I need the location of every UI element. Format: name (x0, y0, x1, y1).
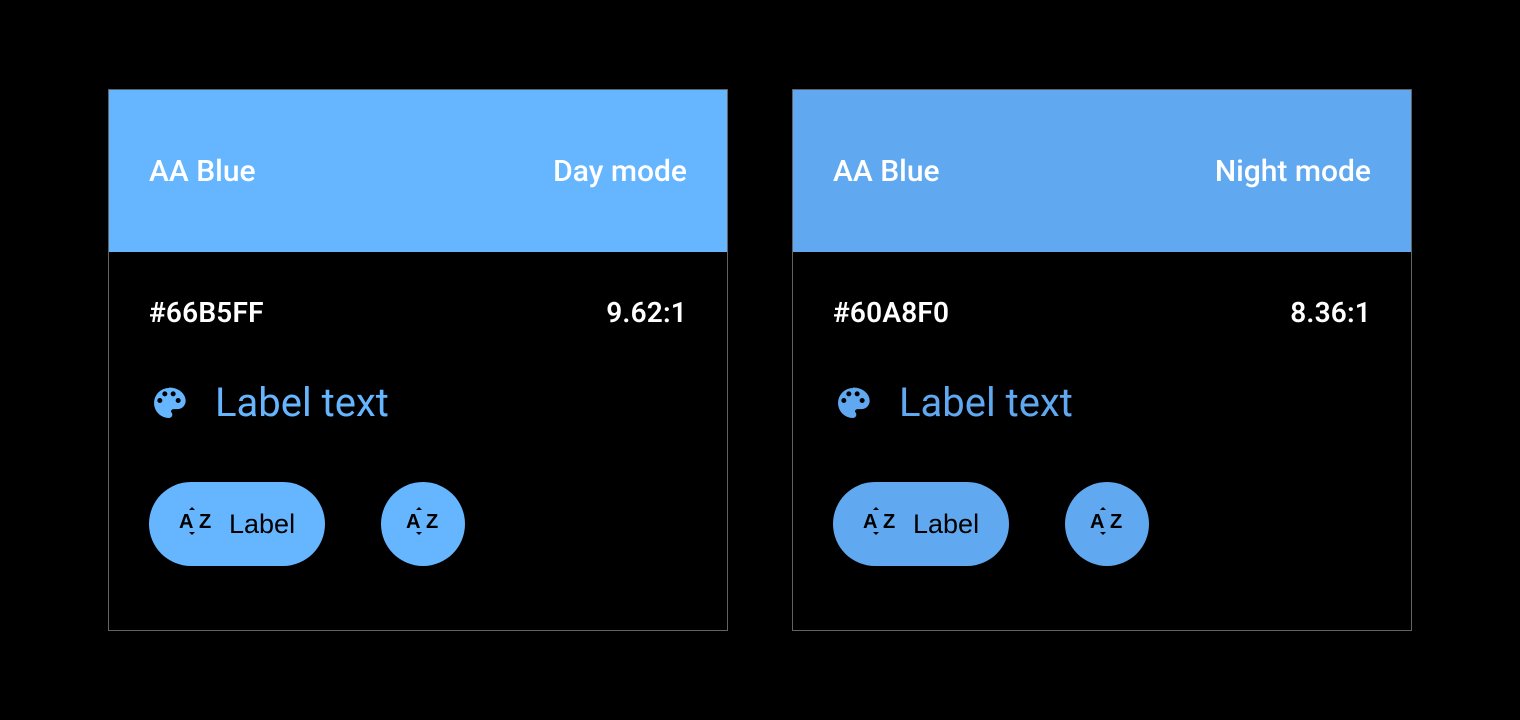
color-title: AA Blue (149, 154, 256, 189)
chip-row: A Z Label A Z (833, 482, 1371, 566)
card-header: AA Blue Day mode (109, 90, 727, 252)
swatch-info-row: #66B5FF 9.62:1 (149, 296, 687, 329)
mode-label: Night mode (1215, 154, 1371, 189)
color-card-night: AA Blue Night mode #60A8F0 8.36:1 Label … (792, 89, 1412, 631)
label-preview-row: Label text (833, 379, 1371, 426)
sort-az-icon: A Z (863, 507, 897, 542)
svg-text:Z: Z (1110, 511, 1122, 533)
chip-label: Label (913, 509, 979, 540)
icon-chip-button[interactable]: A Z (1065, 482, 1149, 566)
svg-text:A: A (406, 511, 420, 533)
hex-value: #66B5FF (149, 296, 264, 329)
svg-text:Z: Z (199, 511, 211, 533)
stage: AA Blue Day mode #66B5FF 9.62:1 Label te… (0, 0, 1520, 720)
card-body: #66B5FF 9.62:1 Label text (109, 252, 727, 630)
label-text-preview: Label text (899, 379, 1073, 426)
svg-text:A: A (1090, 511, 1104, 533)
label-chip-button[interactable]: A Z Label (149, 482, 325, 566)
color-title: AA Blue (833, 154, 940, 189)
contrast-ratio: 8.36:1 (1290, 296, 1371, 329)
palette-icon (833, 381, 873, 425)
chip-label: Label (229, 509, 295, 540)
icon-chip-button[interactable]: A Z (381, 482, 465, 566)
sort-az-icon: A Z (1090, 507, 1124, 542)
sort-az-icon: A Z (406, 507, 440, 542)
chip-row: A Z Label A Z (149, 482, 687, 566)
label-preview-row: Label text (149, 379, 687, 426)
svg-text:Z: Z (426, 511, 438, 533)
svg-text:A: A (179, 511, 193, 533)
label-chip-button[interactable]: A Z Label (833, 482, 1009, 566)
hex-value: #60A8F0 (833, 296, 949, 329)
svg-text:A: A (863, 511, 877, 533)
card-body: #60A8F0 8.36:1 Label text (793, 252, 1411, 630)
sort-az-icon: A Z (179, 507, 213, 542)
contrast-ratio: 9.62:1 (606, 296, 687, 329)
color-card-day: AA Blue Day mode #66B5FF 9.62:1 Label te… (108, 89, 728, 631)
card-header: AA Blue Night mode (793, 90, 1411, 252)
label-text-preview: Label text (215, 379, 389, 426)
palette-icon (149, 381, 189, 425)
svg-text:Z: Z (883, 511, 895, 533)
swatch-info-row: #60A8F0 8.36:1 (833, 296, 1371, 329)
mode-label: Day mode (553, 154, 687, 189)
